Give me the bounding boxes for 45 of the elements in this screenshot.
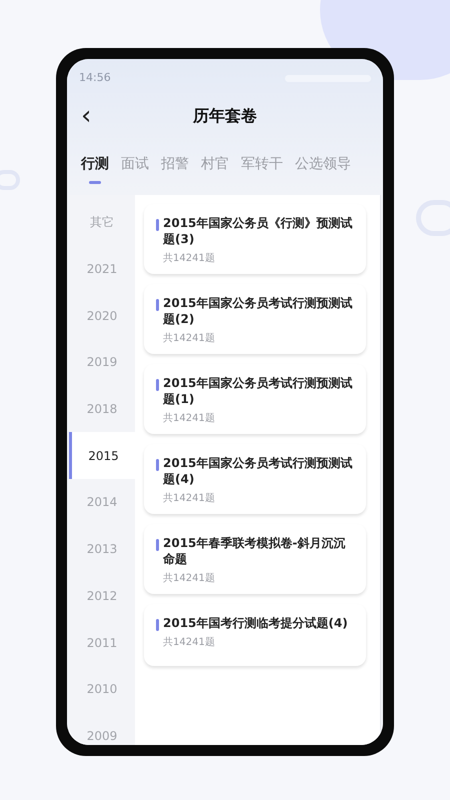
accent-bar xyxy=(156,619,159,631)
question-count: 共14241题 xyxy=(162,252,216,266)
paper-title: 2015年国家公务员考试行测预测试题(2) xyxy=(163,295,354,327)
year-item[interactable]: 2020 xyxy=(69,292,135,340)
accent-bar xyxy=(156,379,159,391)
category-tab[interactable]: 招警 xyxy=(161,154,189,184)
year-item[interactable]: 2012 xyxy=(69,572,135,620)
year-item[interactable]: 其它 xyxy=(69,199,135,246)
year-item[interactable]: 2018 xyxy=(69,386,135,432)
accent-bar xyxy=(156,539,159,551)
year-item[interactable]: 2019 xyxy=(69,339,135,386)
category-tab[interactable]: 面试 xyxy=(121,154,149,184)
year-item[interactable]: 2021 xyxy=(69,246,135,292)
year-item[interactable]: 2009 xyxy=(69,712,135,745)
year-item[interactable]: 2010 xyxy=(69,666,135,713)
year-item[interactable]: 2011 xyxy=(69,619,135,666)
paper-card[interactable]: 2015年国家公务员考试行测预测试题(2) 共14241题 xyxy=(144,284,366,354)
status-time: 14:56 xyxy=(79,70,111,86)
category-tab[interactable]: 军转干 xyxy=(241,154,283,184)
question-count: 共14241题 xyxy=(162,636,216,650)
back-button[interactable]: ‹ xyxy=(81,103,92,129)
paper-title: 2015年国家公务员考试行测预测试题(1) xyxy=(163,375,354,407)
paper-card[interactable]: 2015年国家公务员考试行测预测试题(4) 共14241题 xyxy=(144,444,366,514)
paper-title: 2015年国考行测临考提分试题(4) xyxy=(163,615,348,631)
paper-title: 2015年春季联考模拟卷-斜月沉沉命题 xyxy=(163,535,346,567)
question-count: 共14241题 xyxy=(162,412,216,426)
accent-bar xyxy=(156,459,159,471)
category-tab[interactable]: 村官 xyxy=(201,154,229,184)
year-item[interactable]: 2013 xyxy=(69,526,135,572)
paper-card[interactable]: 2015年国家公务员《行测》预测试题(3) 共14241题 xyxy=(144,204,366,274)
question-count: 共14241题 xyxy=(162,332,216,346)
question-count: 共14241题 xyxy=(162,492,216,506)
paper-card[interactable]: 2015年国家公务员考试行测预测试题(1) 共14241题 xyxy=(144,364,366,434)
accent-bar xyxy=(156,219,159,231)
paper-card[interactable]: 2015年春季联考模拟卷-斜月沉沉命题 共14241题 xyxy=(144,524,366,594)
category-tab[interactable]: 公选领导 xyxy=(295,154,351,184)
paper-card[interactable]: 2015年国考行测临考提分试题(4) 共14241题 xyxy=(144,604,366,666)
paper-title: 2015年国家公务员《行测》预测试题(3) xyxy=(163,215,354,247)
accent-bar xyxy=(156,299,159,311)
question-count: 共14241题 xyxy=(162,572,216,586)
page-title: 历年套卷 xyxy=(193,105,257,127)
paper-title: 2015年国家公务员考试行测预测试题(4) xyxy=(163,455,354,487)
year-item[interactable]: 2015 xyxy=(69,432,135,480)
category-tab[interactable]: 行测 xyxy=(81,154,109,184)
year-item[interactable]: 2014 xyxy=(69,479,135,526)
